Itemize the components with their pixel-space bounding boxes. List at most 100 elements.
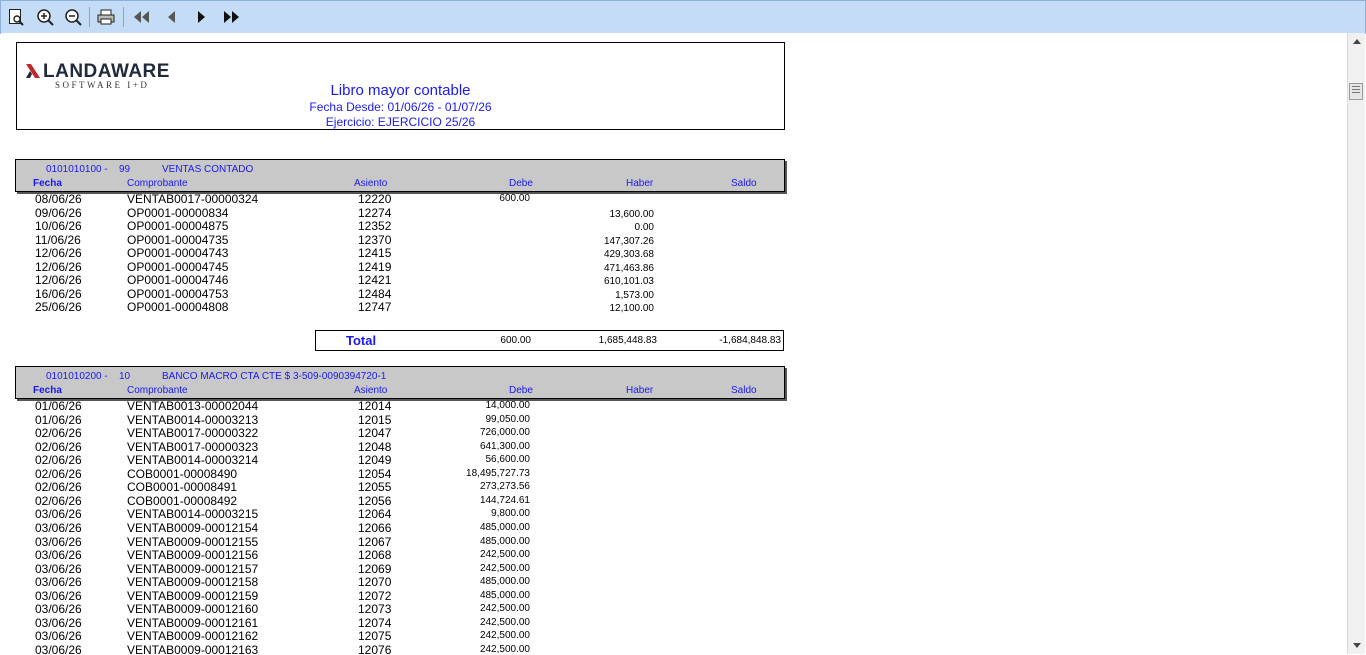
row-comprobante: VENTAB0014-00003214 xyxy=(127,453,259,468)
row-comprobante: VENTAB0017-00000323 xyxy=(127,439,259,454)
row-asiento: 12014 xyxy=(358,399,392,413)
column-header-comprobante: Comprobante xyxy=(127,385,188,396)
ledger-row: 02/06/26 VENTAB0014-00003214 12049 56,600.0… xyxy=(1,453,801,467)
row-asiento: 12370 xyxy=(358,232,392,247)
row-asiento: 12066 xyxy=(358,520,392,535)
row-debe: 242,500.00 xyxy=(479,616,530,628)
vertical-scrollbar[interactable] xyxy=(1347,33,1365,654)
ledger-row: 03/06/26 VENTAB0009-00012161 12074 242,500.… xyxy=(1,616,801,630)
scroll-down-icon[interactable] xyxy=(1348,637,1365,654)
row-fecha: 03/06/26 xyxy=(35,588,82,603)
row-fecha: 08/06/26 xyxy=(35,192,82,206)
zoom-in-icon[interactable] xyxy=(34,6,56,28)
ledger-row: 02/06/26 VENTAB0017-00000323 12048 641,300.… xyxy=(1,440,801,454)
row-asiento: 12419 xyxy=(358,259,392,274)
row-asiento: 12047 xyxy=(358,426,392,441)
row-debe: 641,300.00 xyxy=(479,440,530,452)
column-header-asiento: Asiento xyxy=(354,178,388,189)
row-comprobante: COB0001-00008491 xyxy=(127,480,238,495)
account-name: BANCO MACRO CTA CTE $ 3-509-0090394720-1 xyxy=(162,371,387,382)
row-asiento: 12064 xyxy=(358,507,392,522)
row-debe: 485,000.00 xyxy=(479,535,530,547)
ledger-row: 03/06/26 VENTAB0009-00012156 12068 242,500.… xyxy=(1,548,801,562)
row-asiento: 12352 xyxy=(358,219,392,234)
row-fecha: 03/06/26 xyxy=(35,507,82,522)
toolbar-separator xyxy=(123,7,124,27)
row-fecha: 03/06/26 xyxy=(35,615,82,630)
ledger-row: 01/06/26 VENTAB0014-00003213 12015 99,050.0… xyxy=(1,413,801,427)
account-code: 0101010200 - xyxy=(46,371,108,382)
row-haber: 471,463.86 xyxy=(603,262,654,274)
total-label: Total xyxy=(346,333,377,348)
ledger-row: 12/06/26 OP0001-00004745 12419 471,463.86 xyxy=(1,260,801,274)
row-haber: 12,100.00 xyxy=(609,303,655,315)
row-asiento: 12069 xyxy=(358,561,392,576)
row-debe: 144,724.61 xyxy=(479,494,530,506)
row-fecha: 10/06/26 xyxy=(35,219,82,234)
account-name: VENTAS CONTADO xyxy=(162,164,254,175)
account-header: 0101010200 - 10 BANCO MACRO CTA CTE $ 3-50… xyxy=(15,366,785,399)
row-debe: 242,500.00 xyxy=(479,643,530,654)
ledger-row: 11/06/26 OP0001-00004735 12370 147,307.26 xyxy=(1,233,801,247)
ledger-row: 09/06/26 OP0001-00000834 12274 13,600.00 xyxy=(1,206,801,220)
column-header-fecha: Fecha xyxy=(33,385,62,396)
row-asiento: 12054 xyxy=(358,466,392,481)
row-debe: 242,500.00 xyxy=(479,562,530,574)
row-asiento: 12070 xyxy=(358,575,392,590)
print-icon[interactable] xyxy=(95,6,117,28)
row-comprobante: VENTAB0009-00012159 xyxy=(127,588,259,603)
row-fecha: 03/06/26 xyxy=(35,575,82,590)
ledger-row: 02/06/26 COB0001-00008490 12054 18,495,727.… xyxy=(1,467,801,481)
row-asiento: 12076 xyxy=(358,642,392,654)
next-page-icon[interactable] xyxy=(190,6,212,28)
zoom-out-icon[interactable] xyxy=(62,6,84,28)
row-fecha: 01/06/26 xyxy=(35,412,82,427)
row-debe: 485,000.00 xyxy=(479,576,530,588)
first-page-icon[interactable] xyxy=(131,6,153,28)
row-comprobante: VENTAB0009-00012161 xyxy=(127,615,259,630)
row-comprobante: OP0001-00004808 xyxy=(127,300,229,315)
row-asiento: 12055 xyxy=(358,480,392,495)
row-fecha: 03/06/26 xyxy=(35,561,82,576)
scroll-thumb[interactable] xyxy=(1349,83,1363,100)
column-header-debe: Debe xyxy=(509,385,533,396)
row-asiento: 12049 xyxy=(358,453,392,468)
row-comprobante: OP0001-00004735 xyxy=(127,232,229,247)
row-fecha: 03/06/26 xyxy=(35,534,82,549)
ledger-row: 12/06/26 OP0001-00004746 12421 610,101.03 xyxy=(1,273,801,287)
row-fecha: 02/06/26 xyxy=(35,453,82,468)
row-comprobante: VENTAB0009-00012162 xyxy=(127,629,259,644)
row-comprobante: COB0001-00008492 xyxy=(127,493,238,508)
page-preview-icon[interactable] xyxy=(5,6,27,28)
column-header-saldo: Saldo xyxy=(731,178,757,189)
ledger-row: 03/06/26 VENTAB0009-00012162 12075 242,500.… xyxy=(1,629,801,643)
row-debe: 242,500.00 xyxy=(479,603,530,615)
row-comprobante: VENTAB0009-00012158 xyxy=(127,575,259,590)
row-fecha: 11/06/26 xyxy=(35,232,81,247)
row-haber: 147,307.26 xyxy=(603,235,654,247)
row-comprobante: VENTAB0013-00002044 xyxy=(127,399,259,413)
row-haber: 610,101.03 xyxy=(603,276,654,288)
account-header: 0101010100 - 99 VENTAS CONTADO Fecha Comprob… xyxy=(15,159,785,192)
row-debe: 273,273.56 xyxy=(479,481,530,493)
row-fecha: 12/06/26 xyxy=(35,273,82,288)
scroll-up-icon[interactable] xyxy=(1348,33,1365,50)
column-header-comprobante: Comprobante xyxy=(127,178,188,189)
row-comprobante: VENTAB0009-00012154 xyxy=(127,520,259,535)
row-comprobante: VENTAB0014-00003215 xyxy=(127,507,259,522)
ledger-row: 02/06/26 VENTAB0017-00000322 12047 726,000.… xyxy=(1,426,801,440)
report-header: LANDAWARE SOFTWARE I+D Libro mayor conta… xyxy=(16,42,785,130)
row-fecha: 03/06/26 xyxy=(35,629,82,644)
row-asiento: 12048 xyxy=(358,439,392,454)
row-haber: 1,573.00 xyxy=(615,289,654,301)
previous-page-icon[interactable] xyxy=(161,6,183,28)
row-debe: 242,500.00 xyxy=(479,630,530,642)
row-fecha: 03/06/26 xyxy=(35,642,82,654)
last-page-icon[interactable] xyxy=(220,6,242,28)
row-comprobante: OP0001-00004875 xyxy=(127,219,229,234)
ledger-row: 08/06/26 VENTAB0017-00000324 12220 600.00 xyxy=(1,192,801,206)
row-asiento: 12075 xyxy=(358,629,392,644)
ledger-row: 03/06/26 VENTAB0009-00012155 12067 485,000.… xyxy=(1,535,801,549)
row-comprobante: OP0001-00004753 xyxy=(127,286,229,301)
row-debe: 18,495,727.73 xyxy=(466,467,530,479)
